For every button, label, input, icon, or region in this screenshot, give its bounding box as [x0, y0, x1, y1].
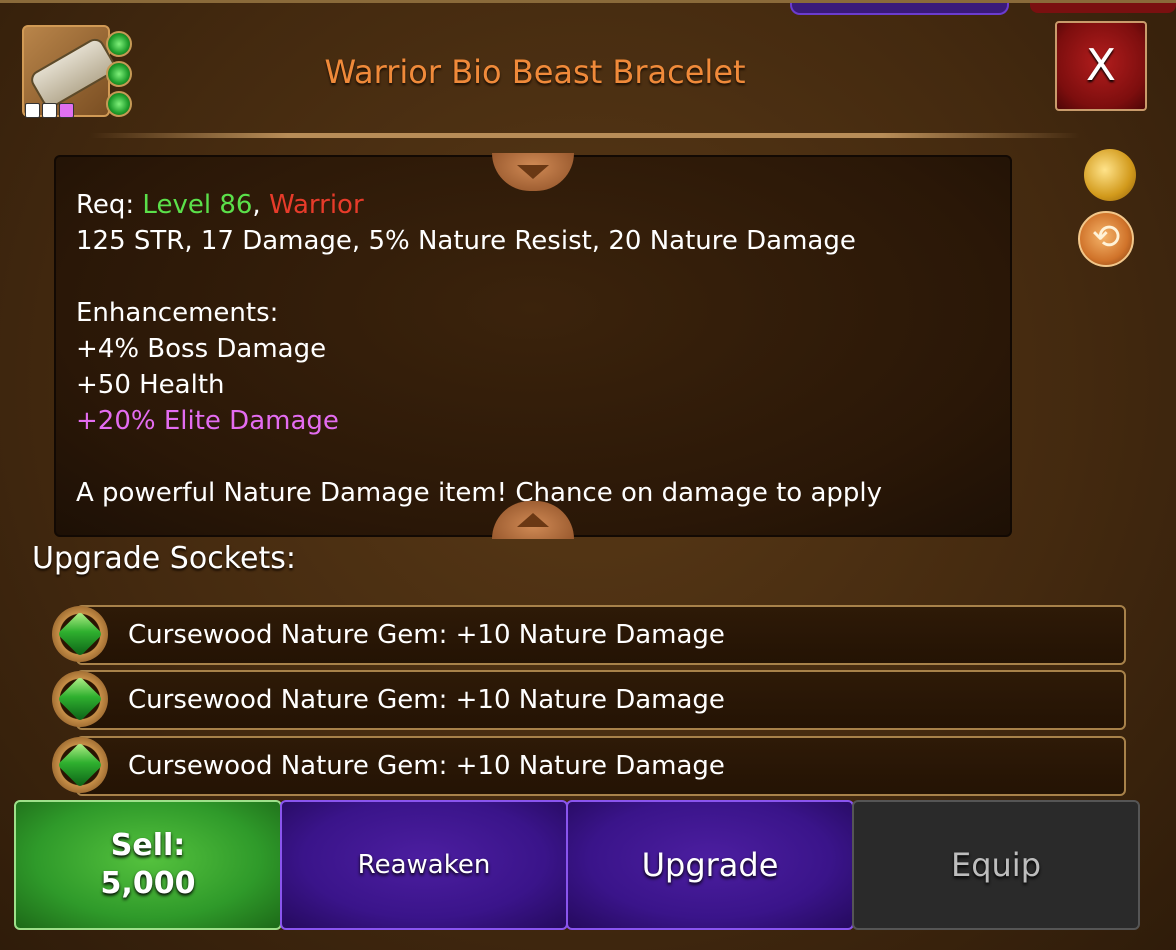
close-button[interactable]: X [1055, 21, 1147, 111]
description-panel[interactable]: Req: Level 86, Warrior 125 STR, 17 Damag… [54, 155, 1012, 537]
bracelet-band [27, 35, 119, 111]
sell-label: Sell: [110, 828, 186, 863]
enhancement-1: +4% Boss Damage [76, 334, 327, 364]
req-class: Warrior [268, 190, 364, 220]
top-tab-purple [790, 3, 1009, 15]
sell-price: 5,000 [100, 866, 196, 901]
socket-row[interactable]: Cursewood Nature Gem: +10 Nature Damage [76, 736, 1126, 796]
socket-text: Cursewood Nature Gem: +10 Nature Damage [128, 620, 725, 650]
enhancements-header: Enhancements: [76, 298, 279, 328]
equip-button[interactable]: Equip [852, 800, 1140, 930]
stats-line: 125 STR, 17 Damage, 5% Nature Resist, 20… [76, 226, 856, 256]
enhancement-3: +20% Elite Damage [76, 406, 339, 436]
green-gem-icon [52, 737, 108, 793]
item-title: Warrior Bio Beast Bracelet [324, 53, 746, 91]
req-label: Req: [76, 190, 143, 220]
upgrade-sockets-label: Upgrade Sockets: [32, 541, 296, 576]
item-detail-window: Warrior Bio Beast Bracelet X Req: Level … [0, 0, 1176, 950]
upgrade-button[interactable]: Upgrade [566, 800, 854, 930]
coin-bag-icon[interactable] [1084, 149, 1136, 201]
top-tab-red [1030, 3, 1176, 13]
req-separator: , [252, 190, 269, 220]
socket-text: Cursewood Nature Gem: +10 Nature Damage [128, 685, 725, 715]
green-gem-icon [52, 606, 108, 662]
rarity-pip-3 [59, 103, 74, 118]
gem-slot-3-icon [106, 91, 132, 117]
gem-slot-1-icon [106, 31, 132, 57]
req-level: Level 86 [142, 190, 253, 220]
socket-row[interactable]: Cursewood Nature Gem: +10 Nature Damage [76, 670, 1126, 730]
requirement-line: Req: Level 86, Warrior [76, 187, 996, 223]
rarity-pip-2 [42, 103, 57, 118]
description-text: Req: Level 86, Warrior 125 STR, 17 Damag… [76, 187, 996, 511]
title-divider [90, 133, 1080, 138]
socket-text: Cursewood Nature Gem: +10 Nature Damage [128, 751, 725, 781]
rarity-pip-1 [25, 103, 40, 118]
swap-icon[interactable] [1078, 211, 1134, 267]
item-icon [22, 25, 132, 121]
green-gem-icon [52, 671, 108, 727]
socket-row[interactable]: Cursewood Nature Gem: +10 Nature Damage [76, 605, 1126, 665]
sell-button[interactable]: Sell: 5,000 [14, 800, 282, 930]
reawaken-button[interactable]: Reawaken [280, 800, 568, 930]
gem-slot-2-icon [106, 61, 132, 87]
enhancement-2: +50 Health [76, 370, 225, 400]
